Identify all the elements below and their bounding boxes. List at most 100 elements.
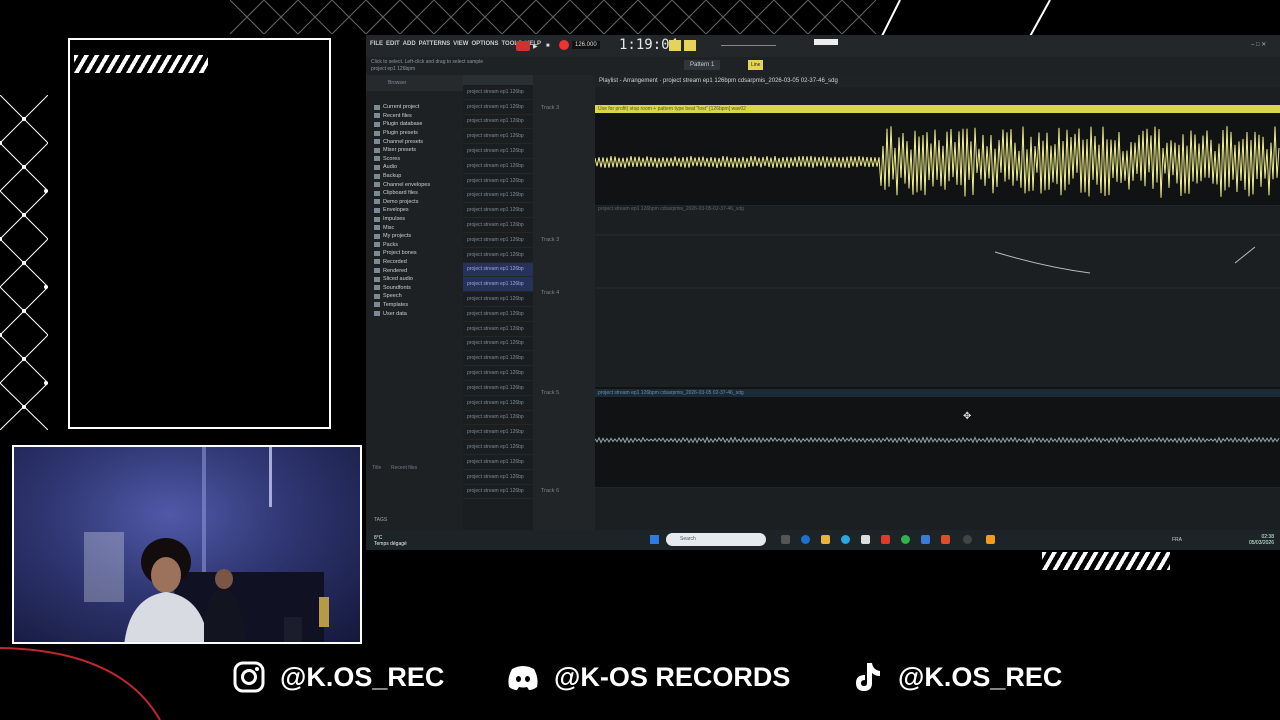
browser-item[interactable]: User data [366, 309, 463, 318]
clip3-label[interactable]: project stream ep1 126bpm cdsarpmis_2026… [595, 389, 1280, 397]
menu-add[interactable]: ADD [403, 41, 416, 47]
browser-item[interactable]: Mixer presets [366, 146, 463, 155]
browser-item[interactable]: Recent files [366, 112, 463, 121]
track-label[interactable]: Track 4 [541, 290, 559, 296]
taskbar-clock[interactable]: 02:38 05/03/2026 [1249, 534, 1274, 546]
file-list-item[interactable]: project stream ep1 126bp [463, 307, 533, 322]
browser-item[interactable]: Clipboard files [366, 189, 463, 198]
language-indicator[interactable]: FRA [1172, 537, 1182, 543]
audio-clip-3[interactable] [595, 387, 1280, 487]
brave-icon[interactable] [941, 535, 950, 544]
browser-item[interactable]: Channel envelopes [366, 180, 463, 189]
file-list-item[interactable]: project stream ep1 126bp [463, 144, 533, 159]
menu-edit[interactable]: EDIT [386, 41, 400, 47]
audio-clip-1[interactable] [595, 105, 1280, 205]
browser-item[interactable]: Sliced audio [366, 275, 463, 284]
window-controls[interactable]: – □ ✕ [1251, 41, 1266, 48]
taskbar-search-input[interactable]: Search [666, 533, 766, 546]
browser-item[interactable]: Rendered [366, 266, 463, 275]
menu-patterns[interactable]: PATTERNS [419, 41, 450, 47]
browser-item-label: Misc [383, 224, 395, 231]
file-list-item[interactable]: project stream ep1 126bp [463, 203, 533, 219]
file-list-item[interactable]: project stream ep1 126bp [463, 351, 533, 367]
pattern-song-toggle[interactable] [516, 41, 530, 51]
file-list-item[interactable]: project stream ep1 126bp [463, 189, 533, 204]
browser-item[interactable]: Speech [366, 292, 463, 301]
file-list-item[interactable]: project stream ep1 126bp [463, 248, 533, 263]
file-list-item[interactable]: project stream ep1 126bp [463, 292, 533, 307]
browser-item[interactable]: Soundfonts [366, 283, 463, 292]
browser-item[interactable]: Backup [366, 172, 463, 181]
record-button[interactable] [559, 40, 569, 50]
browser-item[interactable]: Plugin database [366, 120, 463, 129]
track-label[interactable]: Track 6 [541, 488, 559, 494]
snap-selector[interactable]: Line [748, 60, 764, 70]
file-list-item[interactable]: project stream ep1 126bp [463, 85, 533, 100]
file-list-item[interactable]: project stream ep1 126bp [463, 337, 533, 352]
file-list-item[interactable]: project stream ep1 126bp [463, 381, 533, 396]
windows-start-icon[interactable] [650, 535, 659, 544]
browser-item[interactable]: Packs [366, 241, 463, 250]
file-list-item[interactable]: project stream ep1 126bp [463, 159, 533, 174]
browser-item[interactable]: Current project [366, 103, 463, 112]
file-list-item[interactable]: project stream ep1 126bp [463, 440, 533, 455]
track-label[interactable]: Track 3 [541, 237, 559, 243]
app-icon[interactable] [881, 535, 890, 544]
file-list-item[interactable]: project stream ep1 126bp [463, 366, 533, 381]
browser-item[interactable]: Project bones [366, 249, 463, 258]
browser-item[interactable]: My projects [366, 232, 463, 241]
browser-item[interactable]: Plugin presets [366, 129, 463, 138]
browser-item[interactable]: Audio [366, 163, 463, 172]
menu-view[interactable]: VIEW [453, 41, 468, 47]
browser-item[interactable]: Envelopes [366, 206, 463, 215]
file-list-item[interactable]: project stream ep1 126bp [463, 100, 533, 115]
file-list-item[interactable]: project stream ep1 126bp [463, 233, 533, 248]
play-icon[interactable]: ▶ [533, 43, 538, 50]
store-icon[interactable] [861, 535, 870, 544]
file-list-item[interactable]: project stream ep1 126bp [463, 455, 533, 470]
browser-item[interactable]: Impulses [366, 215, 463, 224]
browser-item-label: Packs [383, 241, 398, 248]
browser-item[interactable]: Misc [366, 223, 463, 232]
browser-icon[interactable] [841, 535, 850, 544]
file-explorer-icon[interactable] [821, 535, 830, 544]
browser-item[interactable]: Channel presets [366, 137, 463, 146]
browser-item[interactable]: Recorded [366, 258, 463, 267]
track-label[interactable]: Track 5 [541, 390, 559, 396]
metronome-icon[interactable] [669, 40, 681, 51]
file-list-item[interactable]: project stream ep1 126bp [463, 174, 533, 189]
file-list-item[interactable]: project stream ep1 126bp [463, 262, 533, 278]
file-list-item[interactable]: project stream ep1 126bp [463, 277, 533, 293]
clip1-label[interactable]: Use for profit) stop room + pattern type… [595, 105, 1280, 113]
master-volume-slider[interactable] [721, 45, 776, 46]
tempo-display[interactable]: 126.000 [572, 41, 600, 49]
fl-studio-window: FILE EDIT ADD PATTERNS VIEW OPTIONS TOOLS HELP … [366, 35, 1280, 550]
file-list-item[interactable]: project stream ep1 126bp [463, 411, 533, 426]
file-list-item[interactable]: project stream ep1 126bp [463, 218, 533, 233]
file-list-item[interactable]: project stream ep1 126bp [463, 115, 533, 130]
file-list-item[interactable]: project stream ep1 126bp [463, 425, 533, 441]
browser-item[interactable]: Demo projects [366, 198, 463, 207]
file-list-item[interactable]: project stream ep1 126bp [463, 322, 533, 337]
menu-file[interactable]: FILE [370, 41, 383, 47]
browser-item[interactable]: Scores [366, 155, 463, 164]
menu-options[interactable]: OPTIONS [471, 41, 498, 47]
edge-icon[interactable] [801, 535, 810, 544]
app-icon[interactable] [921, 535, 930, 544]
chrome-icon[interactable] [901, 535, 910, 544]
clip2-label[interactable]: project stream ep1 126bpm cdsarpmis_2026… [595, 205, 1280, 213]
app-icon[interactable] [963, 535, 972, 544]
file-list-item[interactable]: project stream ep1 126bp [463, 485, 533, 500]
pattern-selector[interactable]: Pattern 1 [684, 60, 721, 70]
wait-for-input-icon[interactable] [684, 40, 696, 51]
track-label[interactable]: Track 3 [541, 105, 559, 111]
task-view-icon[interactable] [781, 535, 790, 544]
stop-icon[interactable]: ■ [546, 43, 550, 49]
fl-studio-taskbar-icon[interactable] [986, 535, 995, 544]
weather-widget[interactable]: 8°C Temps dégagé [374, 535, 407, 547]
file-list-item[interactable]: project stream ep1 126bp [463, 396, 533, 411]
file-list-item[interactable]: project stream ep1 126bp [463, 470, 533, 485]
folder-icon [374, 293, 380, 299]
browser-item[interactable]: Templates [366, 301, 463, 310]
file-list-item[interactable]: project stream ep1 126bp [463, 129, 533, 145]
